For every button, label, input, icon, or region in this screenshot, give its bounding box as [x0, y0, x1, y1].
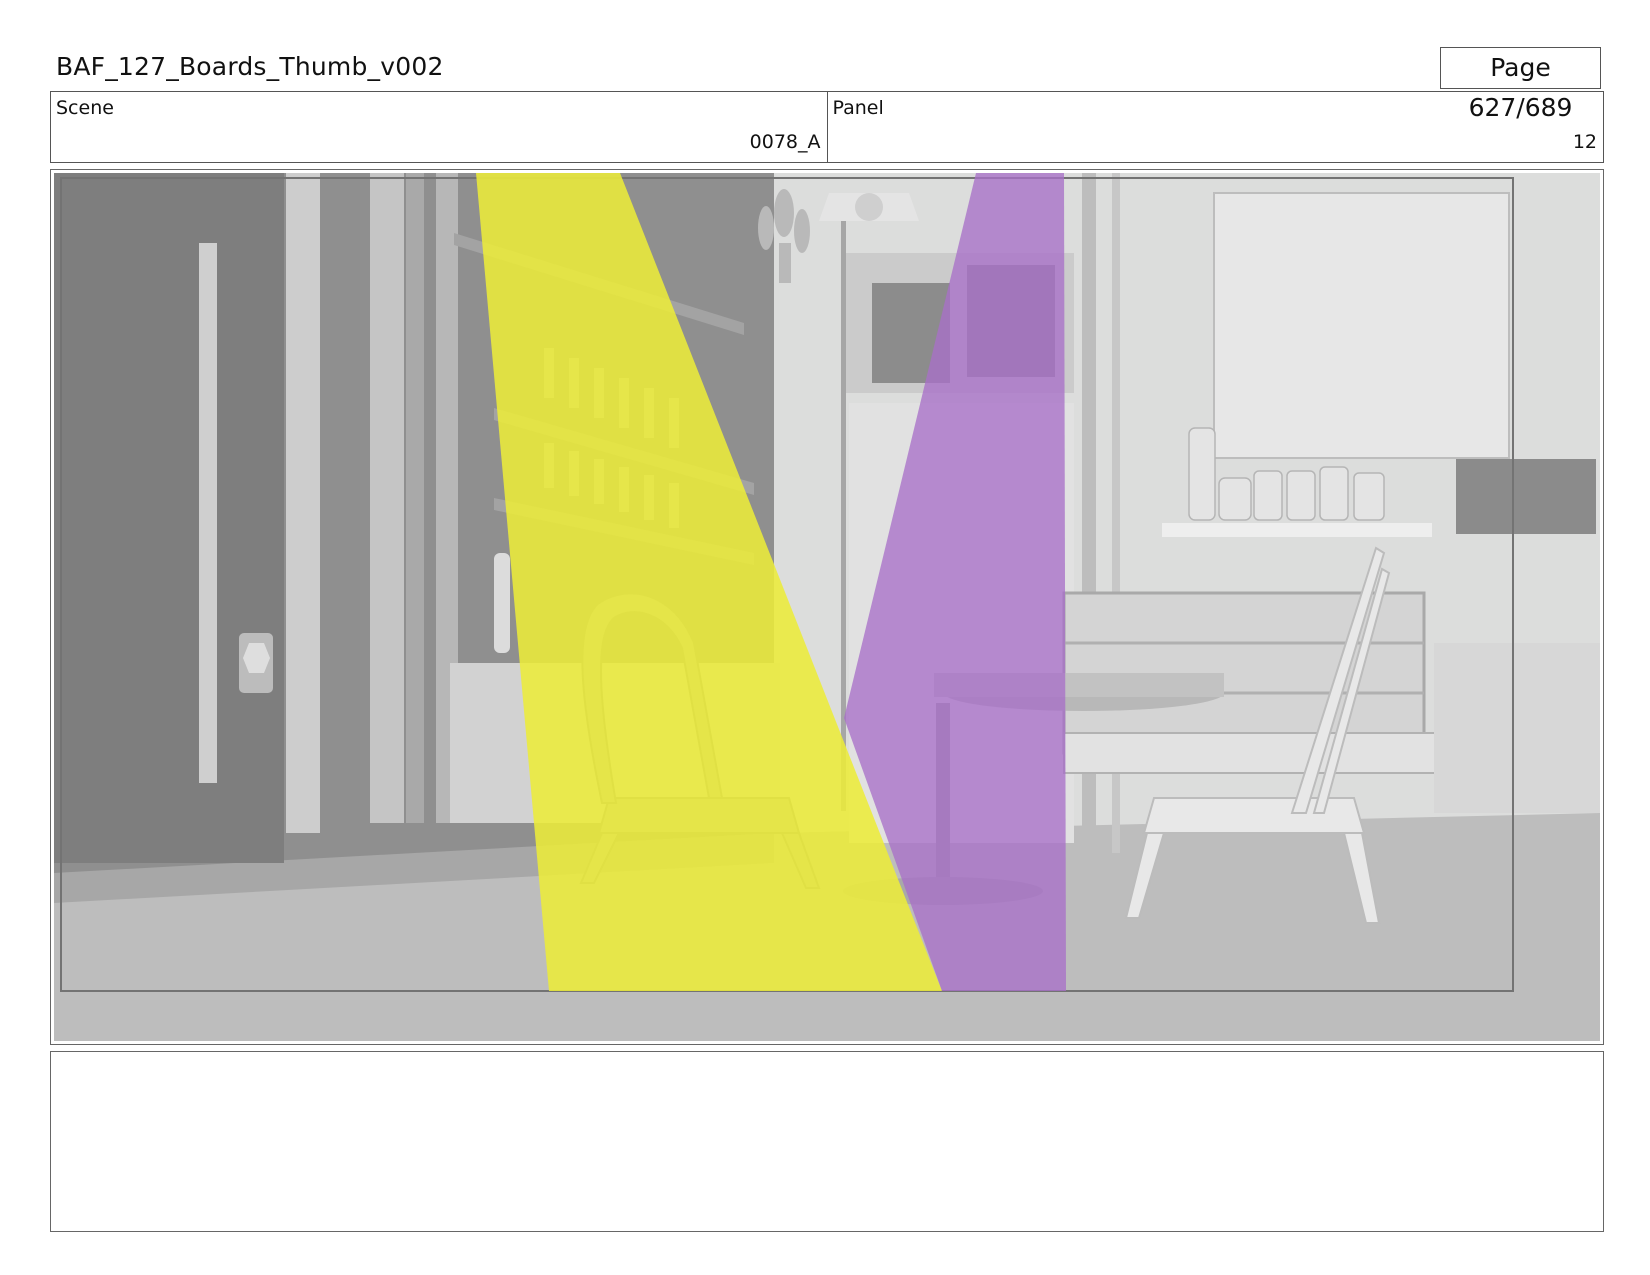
panel-value: 12 — [1572, 131, 1597, 153]
wall-picture — [1213, 192, 1510, 459]
scene-panel-info: Scene 0078_A Panel 12 — [50, 91, 1604, 163]
panel-illustration — [54, 173, 1600, 1041]
panel-notes-box — [50, 1051, 1604, 1232]
bottle — [494, 553, 510, 653]
scene-cell: Scene 0078_A — [51, 92, 827, 162]
panel-label: Panel — [832, 97, 884, 119]
jar-shelf — [1162, 523, 1432, 537]
page-number: Page 627/689 — [1440, 47, 1601, 122]
doorway — [54, 173, 284, 863]
storyboard-panel-image — [54, 173, 1600, 1041]
storyboard-panel-frame — [50, 169, 1604, 1045]
panel-cell: Panel 12 — [826, 92, 1604, 162]
scene-value: 0078_A — [749, 131, 821, 153]
scene-label: Scene — [56, 97, 114, 119]
document-title: BAF_127_Boards_Thumb_v002 — [56, 52, 444, 81]
